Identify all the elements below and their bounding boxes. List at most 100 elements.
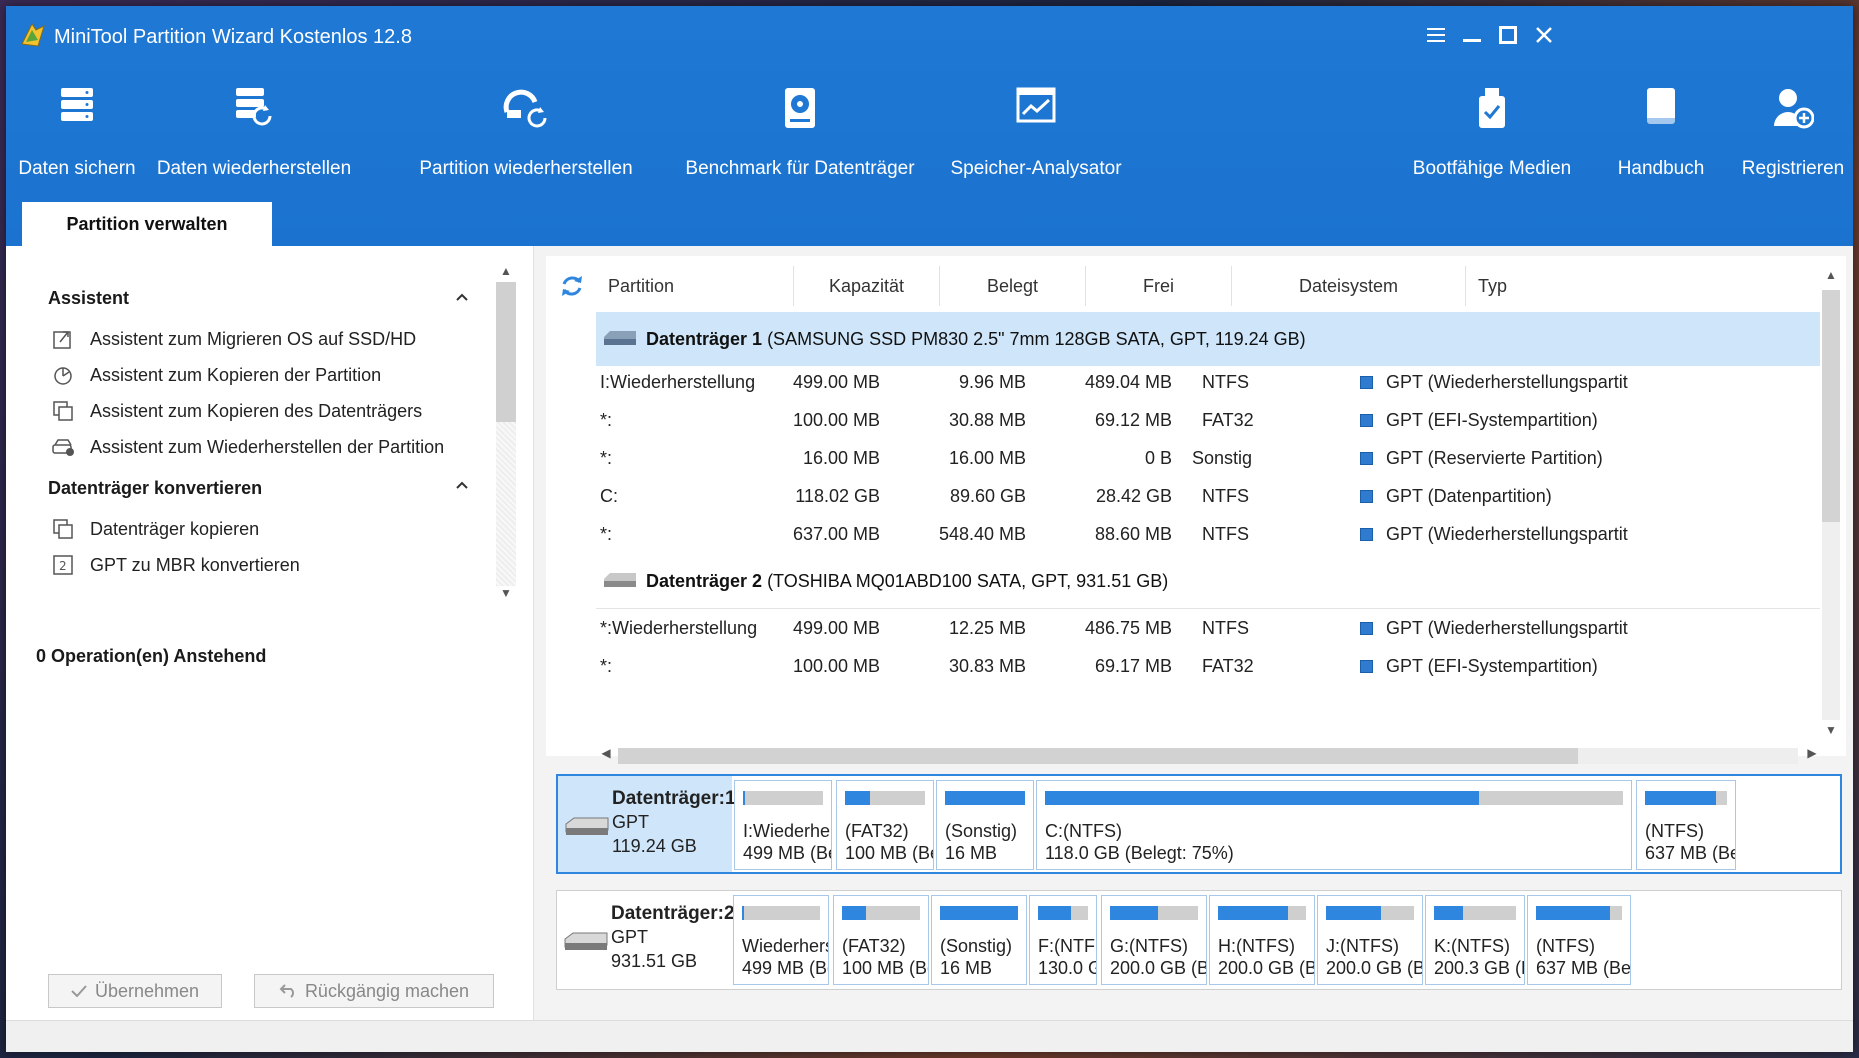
scroll-thumb[interactable] [618,748,1578,764]
scroll-thumb[interactable] [496,282,516,422]
partition-block[interactable]: (Sonstig) 16 MB [931,895,1027,985]
scroll-thumb[interactable] [1822,290,1840,522]
table-row[interactable]: *: 100.00 MB 30.83 MB 69.17 MB FAT32 GPT… [596,648,1820,686]
scroll-up-icon[interactable]: ▲ [1821,268,1841,282]
table-row[interactable]: *: 637.00 MB 548.40 MB 88.60 MB NTFS GPT… [596,516,1820,554]
partition-block[interactable]: H:(NTFS)200.0 GB (Bel [1209,895,1315,985]
disk-row-2[interactable]: Datenträger 2 (TOSHIBA MQ01ABD100 SATA, … [596,554,1820,608]
cell-filesystem: NTFS [1202,372,1249,392]
disk-map-type: GPT [612,812,650,832]
disk-map-2[interactable]: Datenträger:2 GPT 931.51 GB Wiederhers:4… [556,890,1842,990]
toolbar-partition-recovery-button[interactable]: Partition wiederherstellen [406,86,646,186]
menu-item-gpt-to-mbr[interactable]: 2 GPT zu MBR konvertieren [50,550,300,580]
table-row[interactable]: C: 118.02 GB 89.60 GB 28.42 GB NTFS GPT … [596,478,1820,516]
toolbar-bootable-media-button[interactable]: Bootfähige Medien [1402,86,1582,186]
toolbar-label: Registrieren [1741,158,1845,179]
apply-label: Übernehmen [94,980,200,1001]
cell-free: 28.42 GB [1095,486,1172,506]
scroll-right-icon[interactable]: ▶ [1802,746,1822,760]
undo-icon [279,984,294,998]
usage-bar-fill [1434,906,1463,920]
cell-partition: *: [600,656,613,676]
disk-map-info[interactable]: Datenträger:1 GPT 119.24 GB [558,776,736,872]
partition-block[interactable]: K:(NTFS)200.3 GB (Bel [1425,895,1525,985]
toolbar-data-recovery-button[interactable]: Daten wiederherstellen [154,86,354,186]
disk-name: Datenträger 1 [646,328,763,349]
column-header-partition[interactable]: Partition [608,266,794,306]
pending-operations: 0 Operation(en) Anstehend [36,646,267,666]
menu-item-copy-disk[interactable]: Assistent zum Kopieren des Datenträgers [50,396,422,426]
toolbar-label: Partition wiederherstellen [419,158,633,179]
usage-bar-fill [1110,906,1159,920]
disk-name: Datenträger 2 [646,570,763,591]
collapse-icon[interactable] [456,288,468,304]
partition-block[interactable]: (FAT32)100 MB (Bel [833,895,929,985]
menu-item-copy-partition[interactable]: Assistent zum Kopieren der Partition [50,360,381,390]
toolbar-register-button[interactable]: Registrieren [1736,86,1850,186]
disk-description: (SAMSUNG SSD PM830 2.5" 7mm 128GB SATA, … [767,328,1306,349]
partition-recovery-icon [503,89,547,128]
table-row[interactable]: *:Wiederherstellung 499.00 MB 12.25 MB 4… [596,610,1820,648]
usage-bar-fill [842,906,867,920]
disk-icon [604,573,636,587]
column-header-capacity[interactable]: Kapazität [794,266,940,306]
partition-block[interactable]: (NTFS) 637 MB (Bel [1636,780,1736,870]
section-title-convert[interactable]: Datenträger konvertieren [48,478,262,499]
cell-filesystem: NTFS [1202,486,1249,506]
usage-bar-fill [1045,791,1479,805]
column-header-filesystem[interactable]: Dateisystem [1232,266,1466,306]
section-title-wizard[interactable]: Assistent [48,288,129,309]
cell-type: GPT (Wiederherstellungspartit [1386,618,1628,638]
menu-item-copy-disk2[interactable]: Datenträger kopieren [50,514,259,544]
table-row[interactable]: I:Wiederherstellung 499.00 MB 9.96 MB 48… [596,364,1820,402]
menu-item-restore-partition[interactable]: Assistent zum Wiederherstellen der Parti… [50,432,444,462]
cell-used: 12.25 MB [948,618,1026,638]
partition-block[interactable]: C:(NTFS) 118.0 GB (Belegt: 75%) [1036,780,1632,870]
toolbar-manual-button[interactable]: Handbuch [1606,86,1716,186]
column-header-free[interactable]: Frei [1086,266,1232,306]
partition-block[interactable]: J:(NTFS)200.0 GB (Bel [1317,895,1423,985]
partition-block[interactable]: F:(NTFS)130.0 G [1029,895,1097,985]
cell-used: 89.60 GB [949,486,1026,506]
disk-row-1[interactable]: Datenträger 1 (SAMSUNG SSD PM830 2.5" 7m… [596,312,1820,366]
partition-block[interactable]: (NTFS) 637 MB (Bel [1527,895,1631,985]
scroll-up-icon[interactable]: ▲ [496,264,516,278]
toolbar-benchmark-button[interactable]: Benchmark für Datenträger [674,86,926,186]
scroll-down-icon[interactable]: ▼ [1821,723,1841,737]
cell-free: 486.75 MB [1084,618,1172,638]
convert-icon: 2 [53,555,73,575]
scroll-left-icon[interactable]: ◀ [596,746,616,760]
scroll-down-icon[interactable]: ▼ [496,586,516,600]
table-vertical-scrollbar[interactable]: ▲ ▼ [1820,268,1842,748]
disk-map-1[interactable]: Datenträger:1 GPT 119.24 GB I:Wiederher:… [556,774,1842,874]
partition-block-size: 100 MB (Bel [845,843,933,863]
refresh-icon[interactable] [558,272,586,300]
disk-map-info[interactable]: Datenträger:2 GPT 931.51 GB [557,891,735,989]
sidebar-scrollbar[interactable]: ▲ ▼ [496,264,516,604]
column-header-used[interactable]: Belegt [940,266,1086,306]
undo-button[interactable]: Rückgängig machen [254,974,494,1008]
partition-type-icon [1360,622,1373,635]
main-panel: Partition Kapazität Belegt Frei Dateisys… [546,246,1853,1020]
minimize-icon[interactable] [1452,20,1492,50]
partition-block[interactable]: (Sonstig) 16 MB [936,780,1034,870]
table-row[interactable]: *: 16.00 MB 16.00 MB 0 B Sonstig GPT (Re… [596,440,1820,478]
toolbar-space-analyzer-button[interactable]: Speicher-Analysator [946,86,1126,186]
partition-block[interactable]: I:Wiederher:499 MB (Bel [734,780,832,870]
tab-partition-manage[interactable]: Partition verwalten [22,202,272,246]
toolbar-backup-button[interactable]: Daten sichern [12,86,142,186]
partition-block[interactable]: Wiederhers:499 MB (Bel [733,895,829,985]
table-row[interactable]: *: 100.00 MB 30.88 MB 69.12 MB FAT32 GPT… [596,402,1820,440]
table-horizontal-scrollbar[interactable]: ◀ ▶ [596,744,1826,766]
menu-icon[interactable] [1416,20,1456,50]
register-icon [1774,89,1814,129]
column-header-type[interactable]: Typ [1478,266,1818,306]
close-icon[interactable] [1524,20,1564,50]
partition-block-label: C:(NTFS) [1045,821,1122,841]
apply-button[interactable]: Übernehmen [48,974,222,1008]
collapse-icon[interactable] [456,476,468,492]
maximize-icon[interactable] [1488,20,1528,50]
partition-block[interactable]: (FAT32)100 MB (Bel [836,780,934,870]
partition-block[interactable]: G:(NTFS)200.0 GB (Bel [1101,895,1207,985]
menu-item-migrate-os[interactable]: Assistent zum Migrieren OS auf SSD/HD [50,324,416,354]
